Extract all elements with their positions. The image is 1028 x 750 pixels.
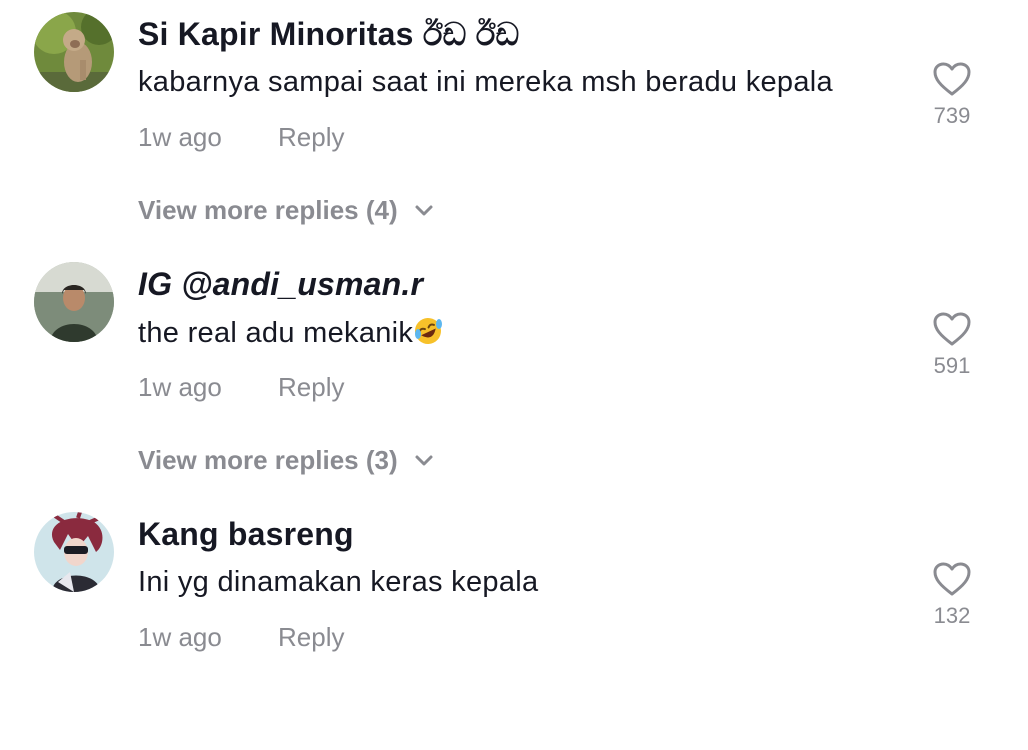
comment-text: Ini yg dinamakan keras kepala xyxy=(138,566,539,598)
view-more-replies-button[interactable]: View more replies (4) xyxy=(138,195,434,226)
reply-button[interactable]: Reply xyxy=(278,122,344,153)
reply-button[interactable]: Reply xyxy=(278,622,344,653)
comment-item: Si Kapir Minoritas ඊඩ ඊඩ kabarnya sampai… xyxy=(0,0,1028,250)
comment-time: 1w ago xyxy=(138,372,222,402)
view-more-replies-label: View more replies (4) xyxy=(138,195,398,225)
comment-username[interactable]: Si Kapir Minoritas ඊඩ ඊඩ xyxy=(138,16,519,54)
comment-username[interactable]: IG @andi_usman.r xyxy=(138,266,423,303)
avatar-image-monkey xyxy=(34,12,114,92)
heart-icon xyxy=(933,562,971,596)
reply-button[interactable]: Reply xyxy=(278,372,344,403)
comment-time: 1w ago xyxy=(138,622,222,652)
heart-icon xyxy=(933,62,971,96)
avatar[interactable] xyxy=(34,512,114,592)
view-more-replies-label: View more replies (3) xyxy=(138,445,398,475)
like-button[interactable]: 739 xyxy=(922,61,982,129)
comment-text: kabarnya sampai saat ini mereka msh bera… xyxy=(138,66,833,98)
chevron-down-icon xyxy=(415,455,433,465)
comment-item: IG @andi_usman.r the real adu mekanik 1w… xyxy=(0,250,1028,500)
comment-text-row: the real adu mekanik xyxy=(138,316,443,350)
avatar[interactable] xyxy=(34,12,114,92)
like-count: 739 xyxy=(933,103,971,128)
chevron-down-icon xyxy=(415,205,433,215)
comment-username[interactable]: Kang basreng xyxy=(138,516,354,553)
comment-item: Kang basreng Ini yg dinamakan keras kepa… xyxy=(0,500,1028,750)
comment-text: the real adu mekanik xyxy=(138,317,414,349)
like-count: 591 xyxy=(933,353,971,378)
like-button[interactable]: 591 xyxy=(922,311,982,379)
rolling-on-floor-laughing-icon xyxy=(415,318,443,344)
like-count: 132 xyxy=(933,603,971,628)
avatar[interactable] xyxy=(34,262,114,342)
avatar-image-anime xyxy=(34,512,114,592)
view-more-replies-button[interactable]: View more replies (3) xyxy=(138,445,434,476)
heart-icon xyxy=(933,312,971,346)
comment-time: 1w ago xyxy=(138,122,222,152)
avatar-image-person xyxy=(34,262,114,342)
like-button[interactable]: 132 xyxy=(922,561,982,629)
